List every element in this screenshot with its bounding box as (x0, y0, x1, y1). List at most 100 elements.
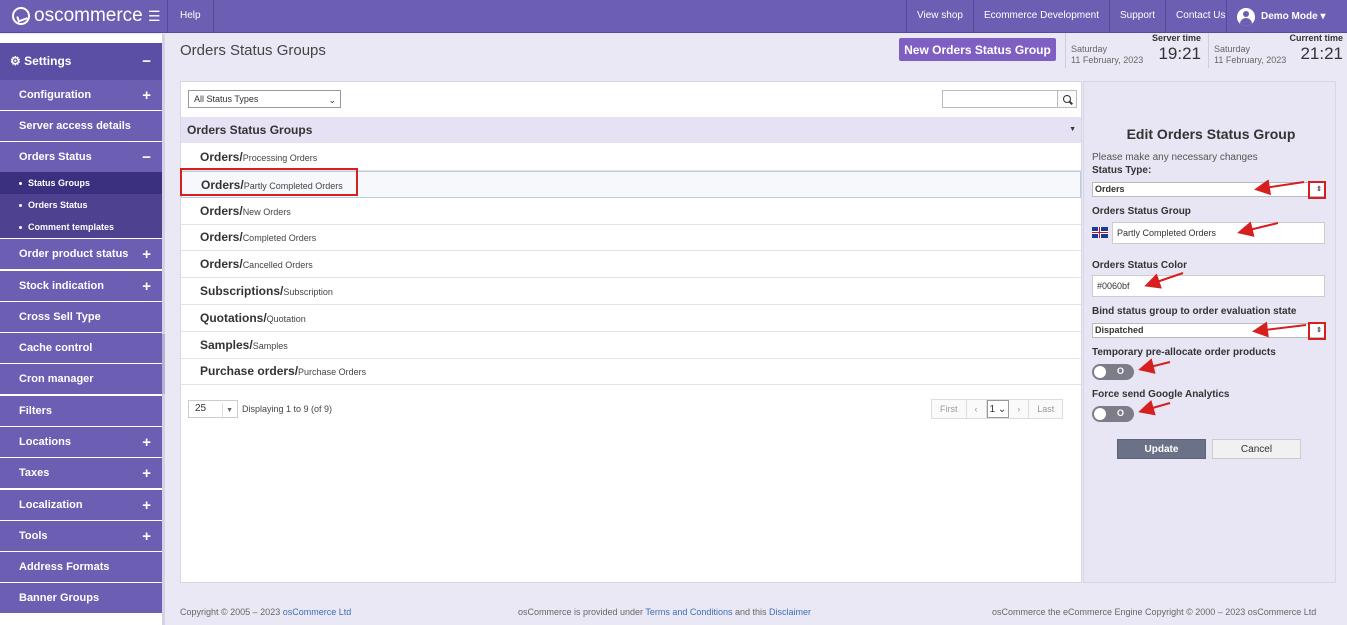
server-time-date: Saturday 11 February, 2023 (1071, 44, 1144, 65)
current-time-clock: 21:21 (1300, 44, 1343, 63)
user-menu[interactable]: Demo Mode ▾ (1226, 0, 1347, 33)
top-nav: View shop Ecommerce Development Support … (906, 0, 1236, 33)
oscommerce-logo[interactable]: oscommerce (12, 5, 143, 27)
chevron-down-icon: ▼ (222, 403, 233, 419)
top-bar: oscommerce ☰ Help View shop Ecommerce De… (0, 0, 1347, 33)
sidebar-subitem-orders-status[interactable]: Orders Status (0, 194, 162, 216)
bind-status-select[interactable]: Dispatched ⇕ (1092, 323, 1325, 338)
sidebar-item-taxes[interactable]: Taxes + (0, 458, 162, 488)
sidebar-subitem-status-groups[interactable]: Status Groups (0, 172, 162, 194)
edit-hint: Please make any necessary changes (1092, 152, 1258, 163)
last-page-button[interactable]: Last (1029, 400, 1063, 418)
table-row[interactable]: Subscriptions/Subscription (181, 278, 1081, 305)
server-time: Server time Saturday 11 February, 2023 19… (1065, 33, 1205, 68)
sidebar-subitem-comment-templates[interactable]: Comment templates (0, 216, 162, 238)
sidebar-item-locations[interactable]: Locations + (0, 427, 162, 457)
status-type-select[interactable]: Orders ⇕ (1092, 182, 1325, 197)
server-time-label: Server time (1151, 33, 1201, 43)
row-group: Orders/ (200, 257, 243, 272)
row-group: Orders/ (200, 203, 243, 218)
bind-status-marker (1308, 322, 1326, 340)
orders-status-group-label: Orders Status Group (1092, 206, 1191, 217)
edit-panel-title: Edit Orders Status Group (1126, 126, 1296, 142)
update-button[interactable]: Update (1117, 439, 1206, 459)
brand-name: oscommerce (34, 5, 143, 26)
table-row[interactable]: Orders/Completed Orders (181, 224, 1081, 252)
page-select[interactable]: 1 ⌄ (986, 400, 1010, 418)
row-name: Purchase Orders (298, 367, 367, 378)
terms-link[interactable]: Terms and Conditions (645, 607, 732, 617)
sidebar-item-order-product-status[interactable]: Order product status + (0, 239, 162, 269)
row-name: Quotation (266, 313, 306, 324)
table-row[interactable]: Orders/New Orders (181, 198, 1081, 225)
disclaimer-link[interactable]: Disclaimer (769, 607, 811, 617)
oscommerce-ltd-link[interactable]: osCommerce Ltd (283, 607, 352, 617)
status-type-label: Status Type: (1092, 165, 1152, 176)
expand-icon: + (142, 277, 151, 295)
prev-page-button[interactable]: ‹ (966, 400, 987, 418)
table-row[interactable]: Purchase orders/Purchase Orders (181, 358, 1081, 386)
uk-flag-icon (1092, 227, 1108, 238)
menu-icon[interactable]: ☰ (148, 8, 161, 25)
row-name: Processing Orders (242, 153, 318, 163)
user-label: Demo Mode ▾ (1261, 11, 1326, 22)
row-group: Quotations/ (200, 310, 267, 325)
cancel-button[interactable]: Cancel (1212, 439, 1301, 459)
support-link[interactable]: Support (1109, 0, 1165, 33)
sidebar-item-cross-sell-type[interactable]: Cross Sell Type (0, 302, 162, 332)
row-name: New Orders (242, 206, 291, 217)
sidebar-item-tools[interactable]: Tools + (0, 521, 162, 551)
row-name: Samples (252, 340, 288, 351)
footer-terms: osCommerce is provided under Terms and C… (518, 607, 811, 617)
orders-status-color-input[interactable]: #0060bf (1092, 275, 1325, 297)
search-icon[interactable] (1058, 90, 1077, 108)
row-group: Orders/ (200, 150, 243, 164)
row-group: Purchase orders/ (200, 364, 299, 379)
sidebar-item-filters[interactable]: Filters (0, 396, 162, 426)
sidebar-item-cache-control[interactable]: Cache control (0, 333, 162, 363)
sidebar-scrollbar[interactable] (162, 34, 165, 625)
row-name: Subscription (283, 287, 333, 297)
selected-row-highlight (180, 168, 358, 196)
analytics-label: Force send Google Analytics (1092, 389, 1230, 400)
sidebar-item-stock-indication[interactable]: Stock indication + (0, 271, 162, 301)
preallocate-toggle[interactable]: O (1092, 364, 1134, 380)
per-page-select[interactable]: 25 ▼ (188, 400, 238, 419)
bind-status-label: Bind status group to order evaluation st… (1092, 306, 1297, 317)
new-orders-status-group-button[interactable]: New Orders Status Group (899, 38, 1056, 61)
row-name: Completed Orders (242, 233, 317, 244)
orders-status-group-input[interactable]: Partly Completed Orders (1112, 222, 1325, 244)
status-type-marker (1308, 181, 1326, 199)
sidebar-item-localization[interactable]: Localization + (0, 490, 162, 520)
next-page-button[interactable]: › (1009, 400, 1030, 418)
contact-us-link[interactable]: Contact Us (1165, 0, 1235, 33)
row-group: Samples/ (200, 337, 253, 352)
list-header[interactable]: Orders Status Groups ▼ (181, 117, 1081, 143)
expand-icon: + (142, 464, 151, 482)
analytics-toggle[interactable]: O (1092, 406, 1134, 422)
table-row[interactable]: Orders/Processing Orders (181, 144, 1081, 171)
sidebar-item-orders-status[interactable]: Orders Status − (0, 142, 162, 172)
sidebar-item-banner-groups[interactable]: Banner Groups (0, 583, 162, 613)
collapse-icon: − (142, 53, 151, 70)
sidebar-item-configuration[interactable]: Configuration + (0, 80, 162, 110)
sidebar-item-address-formats[interactable]: Address Formats (0, 552, 162, 582)
server-time-clock: 19:21 (1158, 44, 1201, 63)
orders-status-color-label: Orders Status Color (1092, 260, 1188, 271)
help-link[interactable]: Help (167, 0, 214, 33)
sidebar-settings[interactable]: ⚙ Settings − (0, 43, 162, 80)
sidebar-item-cron-manager[interactable]: Cron manager (0, 364, 162, 394)
table-row[interactable]: Orders/Cancelled Orders (181, 251, 1081, 279)
expand-icon: + (142, 433, 151, 451)
ecommerce-development-link[interactable]: Ecommerce Development (972, 0, 1109, 33)
view-shop-link[interactable]: View shop (906, 0, 973, 33)
table-row[interactable]: Quotations/Quotation (181, 305, 1081, 332)
user-icon (1237, 7, 1255, 26)
search-input[interactable] (942, 90, 1058, 108)
table-row[interactable]: Samples/Samples (181, 332, 1081, 359)
sidebar-item-server-access-details[interactable]: Server access details (0, 111, 162, 141)
status-type-filter[interactable]: All Status Types ⌄ (188, 90, 341, 108)
chevron-down-icon: ⌄ (328, 95, 336, 105)
status-groups-list: All Status Types ⌄ Orders Status Groups … (180, 81, 1082, 583)
first-page-button[interactable]: First (932, 400, 967, 418)
